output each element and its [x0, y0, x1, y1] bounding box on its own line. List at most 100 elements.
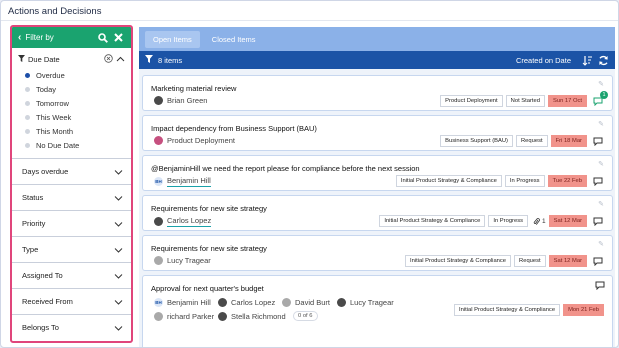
tab-closed-items[interactable]: Closed Items: [204, 31, 264, 48]
item-count: 8 items: [158, 55, 183, 65]
attachments[interactable]: 1: [533, 217, 546, 226]
action-item-card[interactable]: ✎ Requirements for new site strategy Luc…: [142, 235, 613, 271]
filter-section-type[interactable]: Type: [12, 236, 131, 262]
filter-section-days-overdue[interactable]: Days overdue: [12, 158, 131, 184]
assignee-name: Lucy Tragear: [350, 298, 394, 307]
avatar: BH: [154, 298, 163, 307]
avatar: [154, 136, 163, 145]
assignee[interactable]: Product Deployment: [154, 136, 235, 145]
comment-icon[interactable]: [592, 135, 604, 147]
comment-icon[interactable]: 1: [592, 91, 608, 107]
page-title: Actions and Decisions: [8, 6, 102, 17]
section-label: Belongs To: [22, 323, 59, 332]
tab-open-items[interactable]: Open Items: [145, 30, 200, 48]
option-label: This Week: [36, 112, 72, 122]
assignee-name: Product Deployment: [167, 136, 235, 145]
action-item-card[interactable]: ✎ Marketing material review Brian Green …: [142, 75, 613, 111]
radio[interactable]: [25, 142, 30, 148]
filter-section-belongs-to[interactable]: Belongs To: [12, 314, 131, 340]
chevron-left-icon[interactable]: ‹: [18, 32, 21, 43]
avatar: [337, 298, 346, 307]
action-item-card[interactable]: ✎ Impact dependency from Business Suppor…: [142, 115, 613, 151]
assignee[interactable]: BH Benjamin Hill: [154, 176, 211, 187]
due-date-badge: Sat 12 Mar: [548, 215, 587, 227]
assignee[interactable]: Carlos Lopez: [154, 216, 212, 227]
avatar: [282, 298, 291, 307]
actions-decisions-window: Actions and Decisions ‹ Filter by Due Da…: [0, 0, 619, 348]
filter-panel: ‹ Filter by Due Date Overdue Today Tomor…: [10, 25, 133, 343]
due-option-this-month[interactable]: This Month: [12, 124, 131, 138]
filter-section-priority[interactable]: Priority: [12, 210, 131, 236]
assignee-name: David Burt: [295, 298, 331, 307]
radio[interactable]: [25, 86, 30, 92]
assignee[interactable]: Lucy Tragear: [154, 256, 211, 265]
due-option-overdue[interactable]: Overdue: [12, 68, 131, 82]
radio[interactable]: [25, 100, 30, 106]
chevron-down-icon: [114, 247, 123, 253]
filter-section-status[interactable]: Status: [12, 184, 131, 210]
comment-icon[interactable]: [592, 175, 604, 187]
filter-section-assigned-to[interactable]: Assigned To: [12, 262, 131, 288]
due-option-today[interactable]: Today: [12, 82, 131, 96]
section-label: Received From: [22, 297, 73, 306]
close-icon[interactable]: [112, 31, 125, 44]
chevron-down-icon: [114, 273, 123, 279]
assignee[interactable]: Brian Green: [154, 96, 207, 105]
assignee[interactable]: Carlos Lopez: [218, 298, 275, 307]
avatar: [154, 256, 163, 265]
due-option-no-due-date[interactable]: No Due Date: [12, 138, 131, 152]
chevron-down-icon: [114, 325, 123, 331]
search-icon[interactable]: [96, 31, 109, 44]
section-label: Assigned To: [22, 271, 63, 280]
avatar: [218, 312, 227, 321]
action-item-card[interactable]: ✎ @BenjaminHill we need the report pleas…: [142, 155, 613, 191]
pencil-icon[interactable]: ✎: [598, 80, 604, 88]
radio[interactable]: [25, 128, 30, 134]
pencil-icon[interactable]: ✎: [598, 160, 604, 168]
filter-icon: [18, 55, 25, 64]
due-date-section-header[interactable]: Due Date: [12, 51, 131, 68]
assignee[interactable]: Stella Richmond: [218, 312, 286, 321]
chevron-up-icon[interactable]: [116, 55, 125, 64]
radio-selected[interactable]: [25, 72, 30, 78]
list-toolbar: 8 items Created on Date: [139, 51, 615, 69]
due-option-tomorrow[interactable]: Tomorrow: [12, 96, 131, 110]
pencil-icon[interactable]: ✎: [598, 240, 604, 248]
tab-bar: Open Items Closed Items: [139, 27, 615, 51]
filter-icon[interactable]: [145, 55, 153, 65]
avatar: [154, 96, 163, 105]
assignee[interactable]: David Burt: [282, 298, 330, 307]
pencil-icon[interactable]: ✎: [598, 200, 604, 208]
section-label: Type: [22, 245, 39, 254]
comment-icon[interactable]: [592, 255, 604, 267]
tag-status: In Progress: [504, 175, 545, 187]
tag-type: Request: [515, 135, 548, 147]
item-tags: Initial Product Strategy & Compliance Re…: [402, 255, 604, 267]
assignee-name: Benjamin Hill: [167, 176, 211, 187]
assignee[interactable]: BH Benjamin Hill: [154, 298, 211, 307]
refresh-icon[interactable]: [597, 54, 609, 66]
due-date-badge: Fri 18 Mar: [550, 135, 587, 147]
pencil-icon[interactable]: ✎: [598, 120, 604, 128]
due-date-badge: Sun 17 Oct: [547, 95, 587, 107]
clear-icon[interactable]: [104, 54, 113, 65]
section-label: Priority: [22, 219, 46, 228]
title-divider: [1, 20, 618, 21]
radio[interactable]: [25, 114, 30, 120]
item-tags: Initial Product Strategy & Compliance In…: [376, 215, 604, 227]
comment-icon[interactable]: [594, 279, 606, 291]
item-title: Requirements for new site strategy: [151, 204, 267, 213]
comment-icon[interactable]: [592, 215, 604, 227]
sort-icon[interactable]: [581, 54, 593, 66]
assignee-name: Benjamin Hill: [167, 298, 211, 307]
filter-header: ‹ Filter by: [12, 27, 131, 48]
action-item-card[interactable]: ✎ Requirements for new site strategy Car…: [142, 195, 613, 231]
assignee[interactable]: Lucy Tragear: [337, 298, 394, 307]
tag-area: Initial Product Strategy & Compliance: [454, 304, 561, 316]
sort-label[interactable]: Created on Date: [516, 56, 571, 65]
due-option-this-week[interactable]: This Week: [12, 110, 131, 124]
filter-section-received-from[interactable]: Received From: [12, 288, 131, 314]
assignee[interactable]: richard Parker: [154, 312, 214, 321]
tag-area: Initial Product Strategy & Compliance: [379, 215, 486, 227]
action-item-card[interactable]: Approval for next quarter's budget BH Ben…: [142, 275, 613, 347]
